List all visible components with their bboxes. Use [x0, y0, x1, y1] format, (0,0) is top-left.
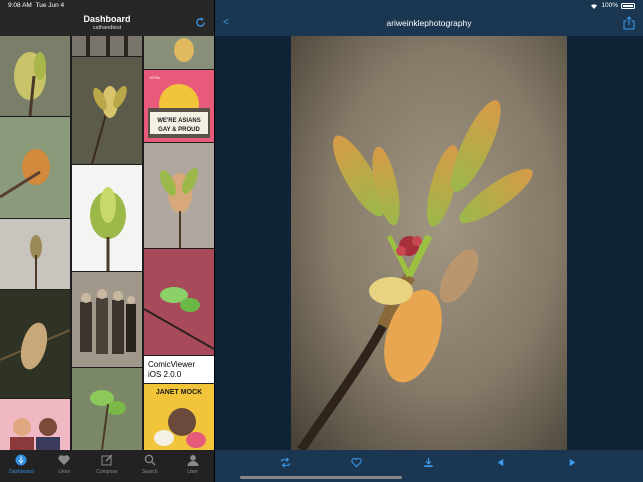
grid-photo[interactable] — [0, 36, 70, 116]
tab-label: User — [187, 469, 198, 475]
refresh-icon[interactable] — [195, 17, 206, 28]
heart-icon[interactable] — [351, 457, 362, 468]
text-post-content: ComicViewer iOS 2.0.0 — [148, 360, 195, 379]
share-icon[interactable] — [623, 16, 635, 30]
reblog-icon[interactable] — [280, 457, 291, 468]
tab-label: Likes — [58, 469, 71, 475]
poster-caption: 1970s — [149, 75, 160, 80]
viewer-title: ariweinklephotography — [386, 18, 472, 28]
heart-icon — [58, 455, 70, 465]
status-time: 9:08 AM — [8, 2, 32, 9]
photo-viewer: < ariweinklephotography — [215, 0, 643, 482]
battery-icon — [621, 2, 635, 9]
grid-photo[interactable] — [0, 219, 70, 289]
battery-percent: 100% — [601, 2, 618, 9]
dashboard-subtitle: cathandtest — [92, 25, 122, 31]
main-photo[interactable] — [291, 36, 567, 450]
compose-icon — [101, 454, 113, 466]
tab-bar: Dashboard Likes Compose Search User — [0, 450, 214, 482]
grid-photo[interactable] — [144, 143, 214, 248]
dashboard-title: Dashboard — [83, 14, 131, 24]
poster-janet-mock[interactable]: JANET MOCK — [144, 384, 214, 450]
tab-label: Search — [141, 469, 158, 475]
grid-photo[interactable] — [72, 165, 142, 271]
grid-illustration[interactable] — [0, 399, 70, 450]
grid-photo[interactable] — [0, 117, 70, 218]
home-indicator[interactable] — [240, 476, 402, 479]
next-icon[interactable] — [567, 457, 578, 468]
status-indicators: 100% — [590, 2, 635, 9]
tab-label: Dashboard — [9, 469, 34, 475]
dashboard-icon — [15, 454, 27, 466]
tab-likes[interactable]: Likes — [43, 450, 86, 482]
grid-photo[interactable] — [144, 36, 214, 69]
poster-line1: WE'RE ASIANS — [157, 118, 201, 124]
download-icon[interactable] — [423, 457, 434, 468]
grid-vintage-photo[interactable] — [72, 272, 142, 367]
previous-icon[interactable] — [495, 457, 506, 468]
grid-photo[interactable] — [144, 249, 214, 355]
poster-gay-and-proud[interactable]: WE'RE ASIANS GAY & PROUD 1970s — [144, 70, 214, 142]
text-post[interactable]: ComicViewer iOS 2.0.0 — [144, 356, 214, 383]
poster-name: JANET MOCK — [156, 389, 202, 396]
status-time-date: 9:08 AM Tue Jun 4 — [8, 2, 64, 9]
poster-line2: GAY & PROUD — [158, 127, 200, 133]
status-bar: 9:08 AM Tue Jun 4 100% — [0, 0, 643, 12]
tab-compose[interactable]: Compose — [86, 450, 129, 482]
wifi-icon — [591, 3, 598, 9]
grid-photo[interactable] — [72, 57, 142, 164]
grid-photo[interactable] — [72, 368, 142, 450]
dashboard-panel: Dashboard cathandtest WE'RE ASIANS GAY &… — [0, 0, 214, 482]
grid-photo[interactable] — [0, 290, 70, 398]
status-date: Tue Jun 4 — [35, 2, 65, 9]
tab-dashboard[interactable]: Dashboard — [0, 450, 43, 482]
tab-user[interactable]: User — [171, 450, 214, 482]
search-icon — [144, 454, 156, 466]
tab-label: Compose — [96, 469, 118, 475]
photo-grid: WE'RE ASIANS GAY & PROUD 1970s ComicView… — [0, 36, 214, 450]
tab-search[interactable]: Search — [128, 450, 171, 482]
user-icon — [187, 455, 199, 466]
grid-photo[interactable] — [72, 36, 142, 56]
